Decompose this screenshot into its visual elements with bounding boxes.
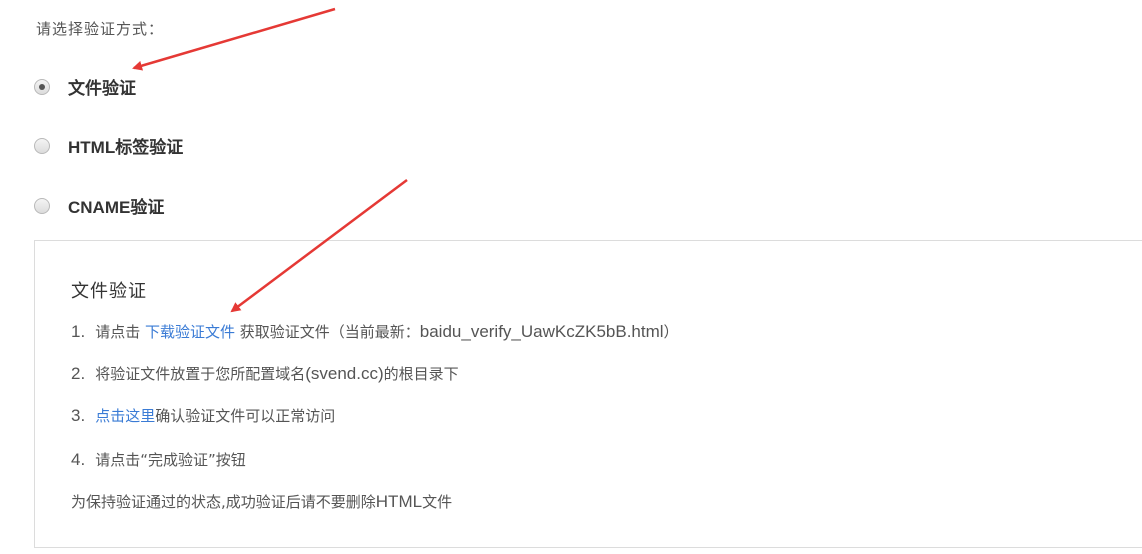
option-file-verification[interactable]: 文件验证	[34, 74, 136, 99]
step-1-prefix: 请点击	[95, 323, 145, 341]
step-2-prefix: 将验证文件放置于您所配置域名	[95, 365, 306, 383]
step-2-suffix: 的根目录下	[383, 365, 459, 383]
keep-file-note: 为保持验证通过的状态,成功验证后请不要删除HTML文件	[71, 491, 452, 512]
option-cname-verification-label[interactable]: CNAME验证	[68, 193, 164, 218]
radio-file-verification[interactable]	[34, 78, 50, 95]
configured-domain: (svend.cc)	[305, 364, 384, 383]
step-1: 1. 请点击 下载验证文件 获取验证文件（当前最新：baidu_verify_Ua…	[71, 321, 679, 342]
step-4: 4. 请点击“完成验证”按钮	[71, 449, 246, 470]
step-2: 2. 将验证文件放置于您所配置域名(svend.cc)的根目录下	[71, 363, 459, 384]
option-file-verification-label[interactable]: 文件验证	[68, 74, 136, 99]
step-1-suffix: ）	[663, 323, 679, 341]
arrow-to-file-verification	[132, 7, 336, 71]
verification-page: 请选择验证方式： 文件验证 HTML标签验证 CNAME验证 文件验证 1. 请点…	[0, 0, 1142, 554]
file-verification-panel: 文件验证 1. 请点击 下载验证文件 获取验证文件（当前最新：baidu_veri…	[34, 240, 1142, 548]
note-suffix: 文件	[422, 493, 453, 511]
verification-filename: baidu_verify_UawKcZK5bB.html	[419, 322, 664, 341]
option-html-tag-verification[interactable]: HTML标签验证	[34, 133, 183, 158]
step-4-text: 请点击“完成验证”按钮	[95, 451, 246, 469]
panel-title: 文件验证	[71, 281, 147, 302]
note-html-word: HTML	[375, 492, 423, 511]
step-1-middle: 获取验证文件（当前最新：	[234, 323, 420, 341]
step-3-number: 3.	[71, 406, 86, 425]
step-3-suffix: 确认验证文件可以正常访问	[155, 407, 336, 425]
choose-method-label: 请选择验证方式：	[36, 20, 165, 38]
step-1-number: 1.	[71, 322, 86, 341]
click-here-link[interactable]: 点击这里	[95, 407, 155, 425]
step-2-number: 2.	[71, 364, 86, 383]
step-4-number: 4.	[71, 450, 86, 469]
radio-html-tag-verification[interactable]	[34, 137, 50, 154]
option-cname-verification[interactable]: CNAME验证	[34, 193, 164, 218]
download-verification-file-link[interactable]: 下载验证文件	[145, 323, 235, 341]
note-prefix: 为保持验证通过的状态,成功验证后请不要删除	[71, 493, 376, 511]
radio-cname-verification[interactable]	[34, 197, 50, 214]
step-3: 3. 点击这里确认验证文件可以正常访问	[71, 405, 335, 426]
option-html-tag-verification-label[interactable]: HTML标签验证	[68, 133, 183, 158]
